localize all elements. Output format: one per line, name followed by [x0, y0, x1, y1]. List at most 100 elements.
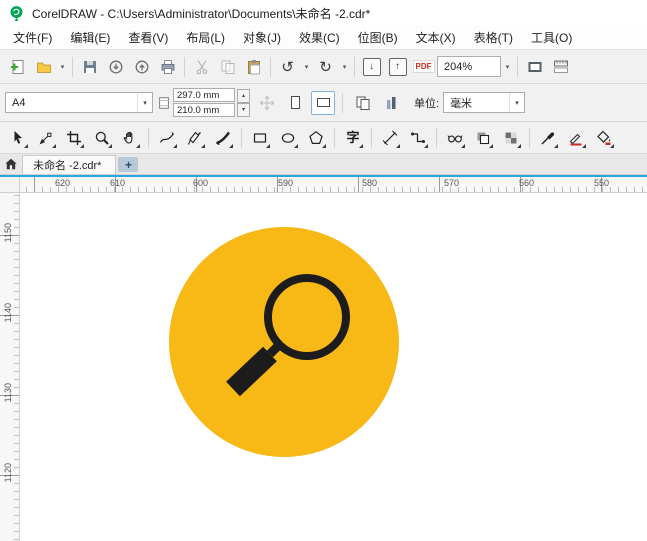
menu-layout[interactable]: 布局(L) — [177, 26, 234, 49]
active-document-tab[interactable]: 未命名 -2.cdr* — [22, 155, 117, 174]
zoom-level-combo[interactable]: 204% — [437, 56, 501, 77]
horizontal-ruler[interactable]: 620 610 600 590 580 570 560 550 — [20, 177, 647, 193]
cut-button[interactable] — [189, 54, 214, 79]
connector-tool[interactable] — [405, 125, 431, 151]
welcome-home-button[interactable] — [0, 154, 22, 174]
portrait-button[interactable] — [283, 91, 307, 115]
hruler-label: 550 — [594, 178, 610, 188]
open-button[interactable] — [31, 54, 56, 79]
menu-table[interactable]: 表格(T) — [465, 26, 522, 49]
zoom-tool-icon — [95, 131, 109, 145]
document-tab-label: 未命名 -2.cdr* — [33, 160, 102, 172]
vertical-ruler[interactable]: 1150 1140 1130 1120 — [0, 193, 20, 541]
new-document-tab-button[interactable]: + — [118, 157, 139, 172]
nudge-offset-button[interactable] — [254, 90, 279, 115]
document-tab-bar: 未命名 -2.cdr* + — [0, 154, 647, 175]
open-from-cloud-icon — [109, 60, 122, 73]
separator — [354, 56, 355, 77]
menu-bitmaps[interactable]: 位图(B) — [349, 26, 407, 49]
redo-dropdown-arrow[interactable]: ▾ — [339, 54, 350, 79]
bezier-pen-tool[interactable] — [182, 125, 208, 151]
units-combo[interactable]: 毫米 ▾ — [443, 92, 526, 113]
separator — [371, 127, 372, 148]
fullscreen-preview-button[interactable] — [522, 54, 547, 79]
fullscreen-preview-icon — [528, 61, 541, 72]
open-dropdown-arrow[interactable]: ▾ — [57, 54, 68, 79]
import-button[interactable]: ↓ — [359, 54, 384, 79]
toolbox: 字 — [0, 122, 647, 154]
page-dimensions: 297.0 mm 210.0 mm ▴ ▾ — [157, 88, 250, 117]
pdf-icon: PDF — [412, 60, 435, 73]
page-size-combo[interactable]: A4 ▾ — [5, 92, 153, 113]
menu-object[interactable]: 对象(J) — [234, 26, 290, 49]
page-size-stepper: ▴ ▾ — [237, 88, 250, 117]
magnifier-search-graphic[interactable] — [169, 227, 399, 457]
export-icon: ↑ — [388, 57, 407, 76]
menu-file[interactable]: 文件(F) — [4, 26, 61, 49]
zoom-tool[interactable] — [89, 125, 115, 151]
artistic-media-tool[interactable] — [210, 125, 236, 151]
publish-pdf-button[interactable]: PDF — [411, 54, 436, 79]
transparency-tool[interactable] — [442, 125, 468, 151]
stepper-up-button[interactable]: ▴ — [237, 88, 250, 103]
all-pages-button[interactable] — [350, 90, 375, 115]
rectangle-tool[interactable] — [247, 125, 273, 151]
outline-pen-tool[interactable] — [563, 125, 589, 151]
shape-tool[interactable] — [33, 125, 59, 151]
page-size-combo-arrow[interactable]: ▾ — [137, 93, 152, 112]
show-rulers-button[interactable] — [548, 54, 573, 79]
stepper-down-button[interactable]: ▾ — [237, 102, 250, 117]
print-button[interactable] — [155, 54, 180, 79]
connector-icon — [411, 132, 425, 143]
save-to-cloud-button[interactable] — [129, 54, 154, 79]
pick-tool[interactable] — [5, 125, 31, 151]
pan-hand-icon — [123, 131, 133, 144]
menu-tools[interactable]: 工具(O) — [522, 26, 581, 49]
eyedropper-tool[interactable] — [535, 125, 561, 151]
portrait-icon — [290, 96, 300, 109]
landscape-button[interactable] — [311, 90, 335, 115]
open-from-cloud-button[interactable] — [103, 54, 128, 79]
mesh-pattern-tool[interactable] — [498, 125, 524, 151]
new-document-button[interactable] — [5, 54, 30, 79]
menu-view[interactable]: 查看(V) — [119, 26, 177, 49]
page-width-field[interactable]: 297.0 mm — [173, 88, 235, 102]
save-button[interactable] — [77, 54, 102, 79]
import-icon: ↓ — [362, 57, 381, 76]
vruler-label: 1140 — [3, 303, 13, 323]
undo-button[interactable]: ↺ — [275, 54, 300, 79]
copy-button[interactable] — [215, 54, 240, 79]
shadow-tool[interactable] — [470, 125, 496, 151]
ellipse-tool[interactable] — [275, 125, 301, 151]
page-height-field[interactable]: 210.0 mm — [173, 103, 235, 117]
page-size-value: A4 — [12, 96, 26, 109]
title-bar[interactable]: CorelDRAW - C:\Users\Administrator\Docum… — [0, 0, 647, 26]
menu-edit[interactable]: 编辑(E) — [61, 26, 119, 49]
units-combo-arrow[interactable]: ▾ — [509, 93, 524, 112]
zoom-combo-arrow[interactable]: ▾ — [502, 54, 513, 79]
interactive-fill-tool[interactable] — [591, 125, 617, 151]
menu-effects[interactable]: 效果(C) — [290, 26, 349, 49]
crop-tool[interactable] — [61, 125, 87, 151]
redo-button[interactable]: ↻ — [313, 54, 338, 79]
yellow-circle-shape[interactable] — [169, 227, 399, 457]
separator — [72, 56, 73, 77]
export-button[interactable]: ↑ — [385, 54, 410, 79]
show-rulers-icon — [553, 60, 568, 73]
drawing-canvas[interactable] — [20, 193, 647, 541]
current-page-button[interactable] — [379, 90, 404, 115]
ruler-origin-corner[interactable] — [0, 177, 20, 193]
drop-shadow-icon — [477, 132, 490, 144]
text-tool[interactable]: 字 — [340, 125, 366, 151]
undo-dropdown-arrow[interactable]: ▾ — [301, 54, 312, 79]
freehand-tool[interactable] — [154, 125, 180, 151]
pan-tool[interactable] — [117, 125, 143, 151]
menu-text[interactable]: 文本(X) — [407, 26, 465, 49]
paste-button[interactable] — [241, 54, 266, 79]
dimension-icon — [382, 130, 398, 145]
polygon-tool[interactable] — [303, 125, 329, 151]
vruler-label: 1150 — [3, 223, 13, 243]
separator — [334, 127, 335, 148]
current-page-icon — [386, 96, 395, 109]
dimension-tool[interactable] — [377, 125, 403, 151]
